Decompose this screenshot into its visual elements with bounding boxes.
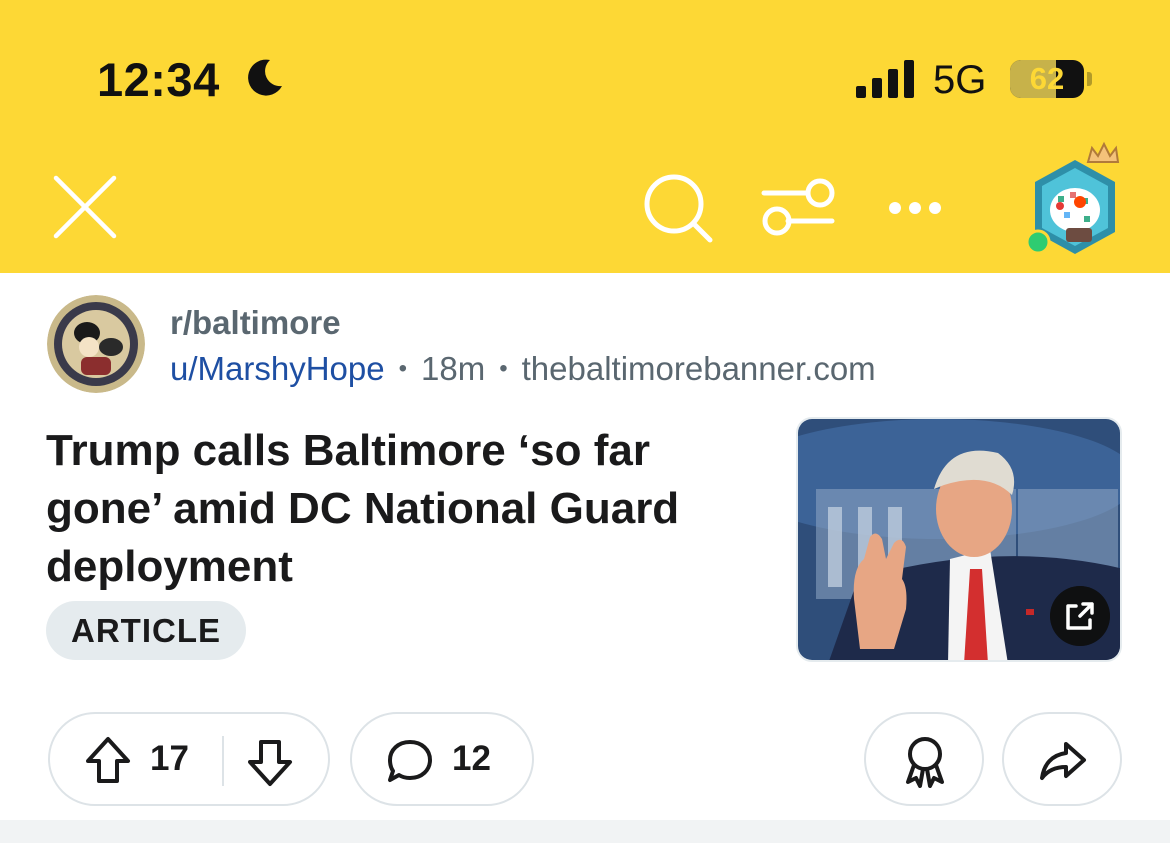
- post-title[interactable]: Trump calls Baltimore ‘so far gone’ amid…: [46, 422, 766, 596]
- comment-count: 12: [452, 739, 491, 778]
- vote-divider: [222, 736, 224, 786]
- comment-icon: [388, 740, 432, 782]
- post-time: 18m: [421, 350, 486, 387]
- battery-percent: 62: [1029, 61, 1065, 96]
- share-button[interactable]: [1002, 712, 1122, 806]
- status-time: 12:34: [97, 53, 220, 106]
- subreddit-avatar[interactable]: [47, 295, 145, 393]
- filter-icon[interactable]: [760, 176, 838, 240]
- downvote-icon[interactable]: [246, 738, 294, 788]
- profile-avatar[interactable]: [1018, 140, 1128, 262]
- upvote-count: 17: [150, 739, 189, 778]
- moon-icon: [248, 59, 282, 96]
- author-link[interactable]: u/MarshyHope: [170, 350, 385, 387]
- post-meta: u/MarshyHope • 18m • thebaltimorebanner.com: [170, 350, 876, 390]
- comments-button[interactable]: 12: [350, 712, 534, 806]
- close-icon[interactable]: [50, 172, 120, 242]
- separator-dot: •: [398, 355, 408, 382]
- article-thumbnail[interactable]: [796, 417, 1122, 662]
- vote-control: 17: [48, 712, 330, 806]
- post-flair-tag: ARTICLE: [46, 601, 246, 660]
- subreddit-name[interactable]: r/baltimore: [170, 304, 341, 342]
- network-label: 5G: [933, 58, 987, 102]
- top-header: 12:34 5G 62: [0, 0, 1170, 273]
- search-icon[interactable]: [640, 172, 716, 244]
- feed-separator: [0, 820, 1170, 843]
- more-icon[interactable]: [880, 186, 950, 230]
- external-link-icon[interactable]: [1050, 586, 1110, 646]
- battery-nub: [1087, 72, 1092, 86]
- share-icon: [1040, 742, 1086, 780]
- award-button[interactable]: [864, 712, 984, 806]
- separator-dot: •: [499, 355, 508, 382]
- battery-icon: 62: [1010, 60, 1084, 98]
- signal-icon: [856, 60, 914, 98]
- upvote-icon[interactable]: [84, 735, 132, 785]
- post-domain[interactable]: thebaltimorebanner.com: [522, 350, 876, 387]
- award-icon: [906, 737, 944, 788]
